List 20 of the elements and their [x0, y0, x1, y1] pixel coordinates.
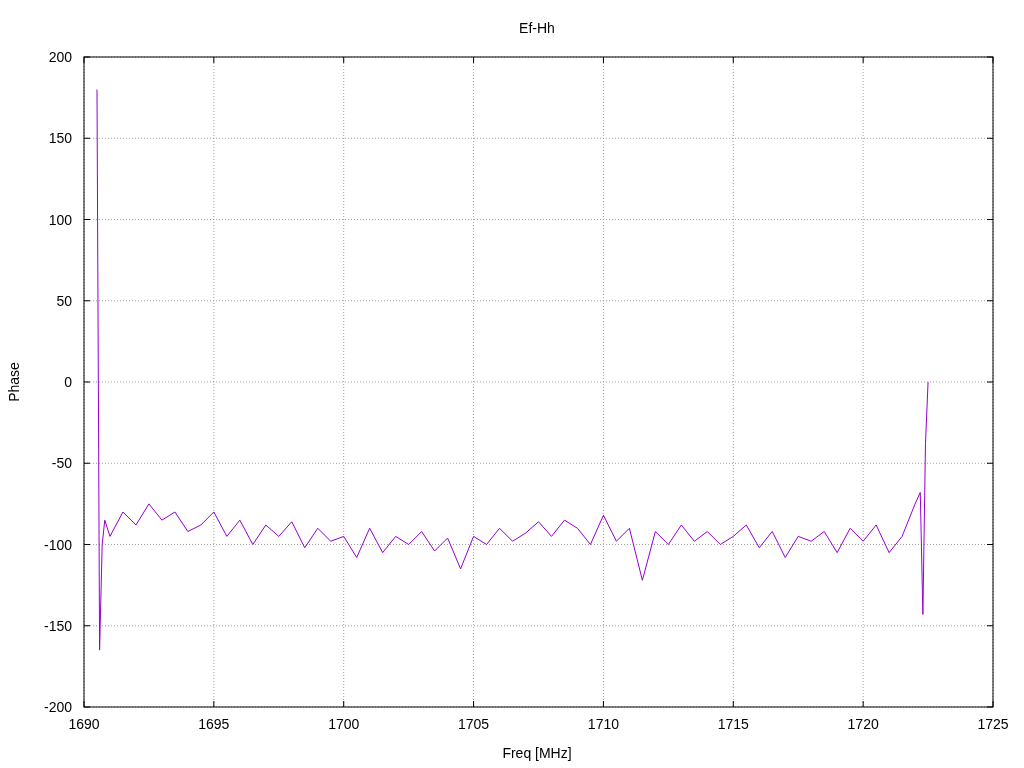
tick-label: -100 — [43, 536, 72, 553]
axis-label: Freq [MHz] — [502, 745, 572, 761]
tick-label: 1700 — [328, 716, 360, 732]
tick-label: 1720 — [847, 716, 879, 732]
tick-label: 100 — [48, 211, 72, 228]
tick-label: 0 — [64, 374, 72, 390]
tick-label: 200 — [48, 49, 72, 65]
tick-label: 1695 — [198, 716, 230, 732]
tick-label: 1710 — [587, 716, 619, 732]
tick-label: -150 — [43, 617, 72, 634]
tick-label: 150 — [48, 130, 72, 147]
tick-label: 50 — [56, 292, 72, 309]
tick-label: 1705 — [458, 716, 490, 732]
tick-label: 1725 — [977, 716, 1009, 732]
axis-label: Phase — [6, 362, 22, 402]
tick-label: -50 — [51, 455, 72, 472]
chart-title: Ef-Hh — [519, 20, 555, 36]
tick-label: 1690 — [68, 716, 100, 732]
tick-label: -200 — [43, 699, 72, 715]
tick-label: 1715 — [717, 716, 749, 732]
